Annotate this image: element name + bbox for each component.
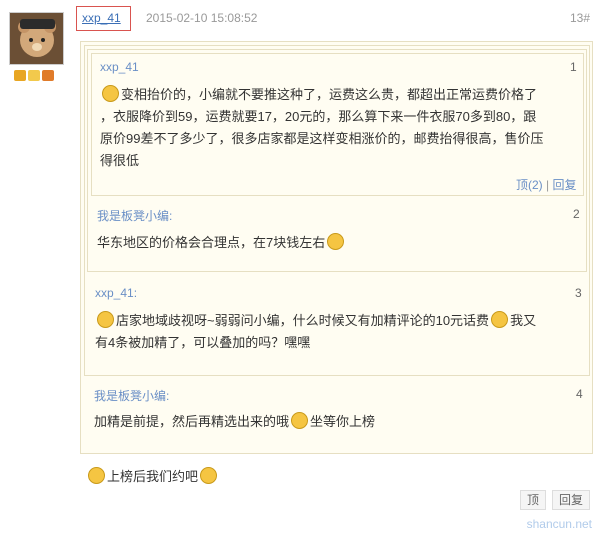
emoji-face-icon (200, 467, 218, 484)
bottom-action-bar: 顶 回复 shancun.net (0, 490, 600, 533)
quote-1-text: 变相抬价的，小编就不要推这种了，运费这么贵，都超出正常运费价格了 ，衣服降价到5… (100, 85, 544, 168)
quote-1-top-link[interactable]: 顶(2) (516, 178, 543, 192)
quote-2-text: 华东地区的价格会合理点，在7块钱左右 (97, 232, 346, 254)
user-badges (14, 70, 54, 81)
quote-4-text: 加精是前提，然后再精选出来的哦 坐等你上榜 (94, 412, 376, 429)
quote-3-number: 3 (575, 286, 582, 300)
emoji-face-icon (491, 311, 509, 328)
quote-1-actions: 顶(2) | 回复 (516, 178, 577, 192)
top-button[interactable]: 顶 (520, 490, 547, 510)
quote-1-number: 1 (570, 60, 577, 74)
emoji-face-icon (327, 233, 345, 250)
avatar[interactable] (9, 12, 64, 65)
floor-number: 13# (569, 11, 590, 25)
watermark: shancun.net (526, 517, 592, 531)
post-reply-text: 上榜后我们约吧 (86, 466, 219, 485)
reply-button[interactable]: 回复 (552, 490, 591, 510)
quote-3-username[interactable]: xxp_41: (95, 286, 137, 300)
medal-badge-icon (42, 70, 54, 81)
teddy-bear-icon (10, 13, 63, 64)
quote-1-username[interactable]: xxp_41 (100, 60, 139, 74)
quote-2-username[interactable]: 我是板凳小编: (97, 207, 172, 224)
medal-badge-icon (28, 70, 40, 81)
emoji-face-icon (88, 467, 105, 484)
quote-4-number: 4 (576, 387, 583, 401)
post-username[interactable]: xxp_41 (82, 11, 121, 25)
quote-3-text: 店家地域歧视呀~弱弱问小编，什么时候又有加精评论的10元话费 我又 有4条被加精了… (95, 311, 537, 350)
emoji-face-icon (102, 85, 119, 102)
emoji-face-icon (291, 412, 309, 429)
post-timestamp: 2015-02-10 15:08:52 (146, 11, 258, 25)
crown-badge-icon (14, 70, 26, 81)
quote-4-username[interactable]: 我是板凳小编: (94, 387, 169, 404)
emoji-face-icon (97, 311, 114, 328)
quote-2-number: 2 (573, 207, 580, 221)
quote-1-reply-link[interactable]: 回复 (552, 178, 576, 192)
